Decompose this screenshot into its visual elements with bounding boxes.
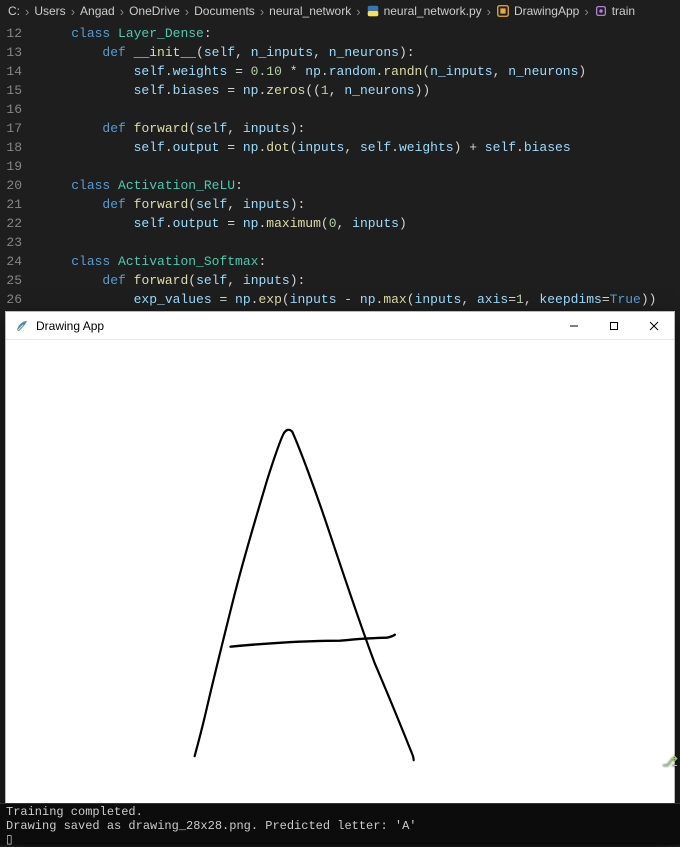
code-line[interactable]: 26 exp_values = np.exp(inputs - np.max(i…	[0, 290, 680, 309]
line-number: 12	[0, 24, 40, 43]
breadcrumb-item[interactable]: neural_network	[269, 4, 351, 18]
breadcrumb-item[interactable]: train	[594, 4, 635, 18]
code-line[interactable]: 19	[0, 157, 680, 176]
line-number: 19	[0, 157, 40, 176]
code-content: self.weights = 0.10 * np.random.randn(n_…	[40, 62, 586, 81]
code-content: self.output = np.dot(inputs, self.weight…	[40, 138, 571, 157]
line-number: 18	[0, 138, 40, 157]
line-number: 16	[0, 100, 40, 119]
code-content: def __init__(self, n_inputs, n_neurons):	[40, 43, 415, 62]
breadcrumb-item[interactable]: Angad	[80, 4, 115, 18]
chevron-right-icon: ›	[120, 4, 124, 19]
chevron-right-icon: ›	[25, 4, 29, 19]
chevron-right-icon: ›	[71, 4, 75, 19]
drawing-canvas[interactable]	[6, 340, 674, 808]
python-file-icon	[366, 4, 380, 18]
line-number: 25	[0, 271, 40, 290]
code-line[interactable]: 24 class Activation_Softmax:	[0, 252, 680, 271]
terminal-output[interactable]: Training completed. Drawing saved as dra…	[0, 803, 680, 845]
line-number: 23	[0, 233, 40, 252]
minimize-button[interactable]	[554, 312, 594, 340]
code-line[interactable]: 17 def forward(self, inputs):	[0, 119, 680, 138]
chevron-right-icon: ›	[487, 4, 491, 19]
line-number: 17	[0, 119, 40, 138]
code-line[interactable]: 18 self.output = np.dot(inputs, self.wei…	[0, 138, 680, 157]
breadcrumb: C: › Users › Angad › OneDrive › Documents › neural…	[0, 0, 680, 22]
chevron-right-icon: ›	[185, 4, 189, 19]
method-icon	[594, 4, 608, 18]
code-content: self.biases = np.zeros((1, n_neurons))	[40, 81, 430, 100]
line-number: 21	[0, 195, 40, 214]
edge-decoration: ⎇	[662, 754, 678, 771]
chevron-right-icon: ›	[356, 4, 360, 19]
code-line[interactable]: 21 def forward(self, inputs):	[0, 195, 680, 214]
code-line[interactable]: 14 self.weights = 0.10 * np.random.randn…	[0, 62, 680, 81]
code-content: def forward(self, inputs):	[40, 119, 305, 138]
close-button[interactable]	[634, 312, 674, 340]
breadcrumb-item[interactable]: OneDrive	[129, 4, 180, 18]
terminal-line: Drawing saved as drawing_28x28.png. Pred…	[6, 819, 674, 833]
code-content: def forward(self, inputs):	[40, 195, 305, 214]
line-number: 24	[0, 252, 40, 271]
code-content: exp_values = np.exp(inputs - np.max(inpu…	[40, 290, 656, 309]
code-editor[interactable]: 12 class Layer_Dense:13 def __init__(sel…	[0, 22, 680, 309]
code-content: self.output = np.maximum(0, inputs)	[40, 214, 407, 233]
terminal-line: Training completed.	[6, 805, 674, 819]
class-icon	[496, 4, 510, 18]
code-content: class Layer_Dense:	[40, 24, 212, 43]
code-line[interactable]: 25 def forward(self, inputs):	[0, 271, 680, 290]
breadcrumb-item[interactable]: Users	[34, 4, 65, 18]
maximize-button[interactable]	[594, 312, 634, 340]
feather-icon	[14, 318, 30, 334]
code-line[interactable]: 15 self.biases = np.zeros((1, n_neurons)…	[0, 81, 680, 100]
line-number: 14	[0, 62, 40, 81]
code-line[interactable]: 16	[0, 100, 680, 119]
breadcrumb-item[interactable]: C:	[8, 4, 20, 18]
window-title: Drawing App	[36, 319, 554, 333]
chevron-right-icon: ›	[584, 4, 588, 19]
drawing-app-window: Drawing App Clear Save and Predict	[5, 311, 675, 839]
drawn-letter-a	[6, 340, 674, 808]
breadcrumb-item[interactable]: Documents	[194, 4, 255, 18]
chevron-right-icon: ›	[260, 4, 264, 19]
line-number: 26	[0, 290, 40, 309]
code-content: def forward(self, inputs):	[40, 271, 305, 290]
line-number: 20	[0, 176, 40, 195]
line-number: 13	[0, 43, 40, 62]
code-line[interactable]: 23	[0, 233, 680, 252]
titlebar[interactable]: Drawing App	[6, 312, 674, 340]
breadcrumb-item[interactable]: neural_network.py	[366, 4, 482, 18]
line-number: 22	[0, 214, 40, 233]
code-line[interactable]: 22 self.output = np.maximum(0, inputs)	[0, 214, 680, 233]
breadcrumb-item[interactable]: DrawingApp	[496, 4, 579, 18]
code-line[interactable]: 12 class Layer_Dense:	[0, 24, 680, 43]
code-content: class Activation_ReLU:	[40, 176, 243, 195]
code-content: class Activation_Softmax:	[40, 252, 266, 271]
code-line[interactable]: 13 def __init__(self, n_inputs, n_neuron…	[0, 43, 680, 62]
code-line[interactable]: 20 class Activation_ReLU:	[0, 176, 680, 195]
line-number: 15	[0, 81, 40, 100]
